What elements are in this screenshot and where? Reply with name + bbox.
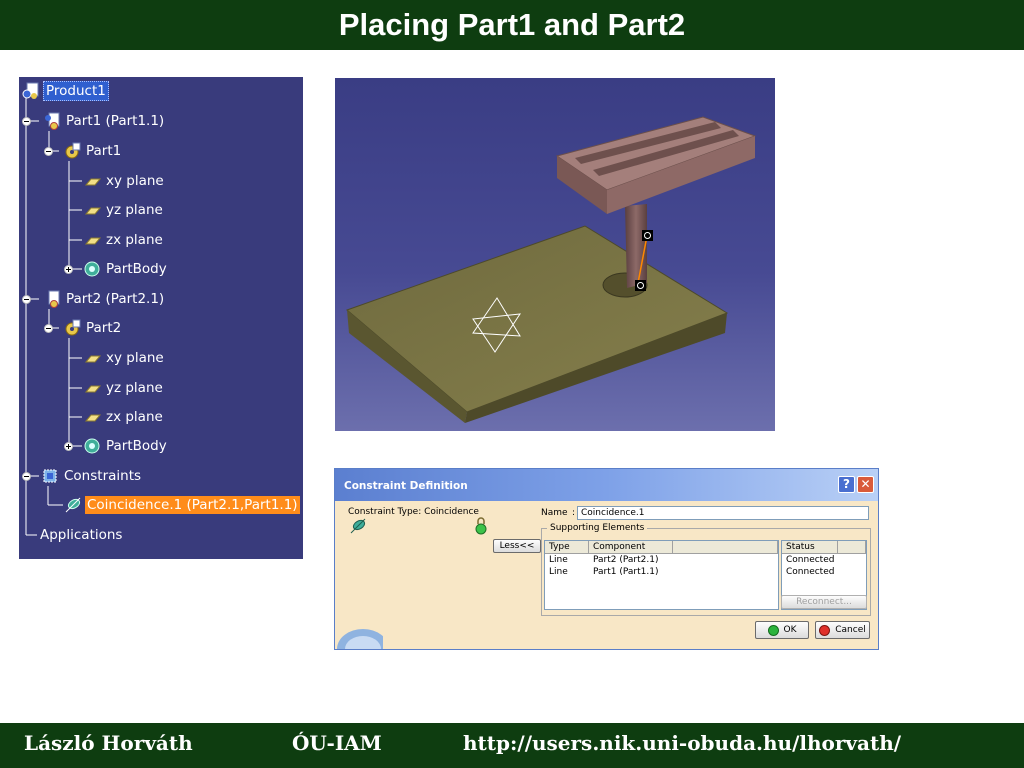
part-instance-icon xyxy=(45,112,60,130)
plane-icon xyxy=(84,414,101,422)
cell-component: Part1 (Part1.1) xyxy=(593,567,659,577)
column-header-status[interactable]: Status xyxy=(782,541,838,554)
reconnect-button[interactable]: Reconnect... xyxy=(781,595,867,609)
cancel-button[interactable]: Cancel xyxy=(815,621,870,639)
cell-status: Connected xyxy=(786,567,835,577)
tree-item-label: Part2 (Part2.1) xyxy=(66,291,165,307)
column-header-component[interactable]: Component xyxy=(589,541,673,554)
name-label: Name xyxy=(541,508,568,518)
partbody-icon xyxy=(84,261,100,277)
tree-item-label: zx plane xyxy=(106,232,163,248)
footer-institute: ÓU-IAM xyxy=(292,731,382,755)
part-icon xyxy=(65,319,81,336)
ok-icon xyxy=(767,624,779,636)
tree-item-yz-plane[interactable]: yz plane xyxy=(83,378,165,398)
part-instance-icon xyxy=(48,290,60,308)
tree-item-label: zx plane xyxy=(106,409,163,425)
name-input[interactable]: Coincidence.1 xyxy=(577,506,869,520)
collapse-toggle[interactable] xyxy=(22,472,31,481)
tree-item-label: Applications xyxy=(40,527,123,543)
tree-item-part1-instance[interactable]: Part1 (Part1.1) xyxy=(43,111,166,131)
ok-button[interactable]: OK xyxy=(755,621,809,639)
plane-icon xyxy=(84,207,101,215)
partbody-icon xyxy=(84,438,100,454)
collapse-toggle[interactable] xyxy=(22,295,31,304)
column-header-filler xyxy=(673,541,778,554)
coincidence-icon xyxy=(350,518,366,534)
tree-item-label: xy plane xyxy=(106,350,164,366)
tree-item-label: yz plane xyxy=(106,380,163,396)
close-button[interactable]: ✕ xyxy=(857,476,874,493)
help-button[interactable]: ? xyxy=(838,476,855,493)
collapse-toggle[interactable] xyxy=(44,147,53,156)
tree-item-xy-plane[interactable]: xy plane xyxy=(83,171,166,191)
name-colon: : xyxy=(572,508,576,518)
tree-item-label: Constraints xyxy=(64,468,142,484)
tree-item-applications[interactable]: Applications xyxy=(38,525,124,545)
tree-item-partbody[interactable]: PartBody xyxy=(83,259,169,279)
slide-footer: László Horváth ÓU-IAM http://users.nik.u… xyxy=(0,723,1024,768)
catia-logo-icon xyxy=(337,629,383,649)
constraint-type-label: Constraint Type: Coincidence xyxy=(348,507,479,517)
tree-item-label: Part1 xyxy=(86,143,122,159)
ok-label: OK xyxy=(783,625,797,635)
specification-tree[interactable]: Product1 Part1 (Part1.1) Part1 xy plane … xyxy=(19,77,303,559)
expand-toggle[interactable] xyxy=(64,442,73,451)
expand-toggle[interactable] xyxy=(64,265,73,274)
supporting-elements-label: Supporting Elements xyxy=(547,523,648,533)
tree-item-zx-plane[interactable]: zx plane xyxy=(83,407,165,427)
cell-component: Part2 (Part2.1) xyxy=(593,555,659,565)
assembly-model-render xyxy=(346,116,757,423)
plane-icon xyxy=(84,237,101,245)
dialog-title: Constraint Definition xyxy=(344,480,468,492)
cell-status: Connected xyxy=(786,555,835,565)
tree-item-label: xy plane xyxy=(106,173,164,189)
cancel-label: Cancel xyxy=(835,625,866,635)
tree-item-label: yz plane xyxy=(106,202,163,218)
column-header-type[interactable]: Type xyxy=(545,541,589,554)
plane-icon xyxy=(84,178,101,186)
tree-item-constraints[interactable]: Constraints xyxy=(41,466,143,486)
coincidence-icon xyxy=(65,497,81,513)
footer-url[interactable]: http://users.nik.uni-obuda.hu/lhorvath/ xyxy=(463,731,901,755)
tree-item-part2-instance[interactable]: Part2 (Part2.1) xyxy=(43,289,166,309)
tree-item-label: Product1 xyxy=(43,81,109,101)
column-header-filler xyxy=(838,541,866,554)
part-icon xyxy=(65,142,81,159)
tree-connector-lines xyxy=(25,97,82,536)
lock-icon[interactable] xyxy=(475,517,487,535)
tree-item-yz-plane[interactable]: yz plane xyxy=(83,200,165,220)
slide-title-bar: Placing Part1 and Part2 xyxy=(0,0,1024,50)
collapse-toggle[interactable] xyxy=(22,117,31,126)
constraints-icon xyxy=(43,469,57,483)
plane-icon xyxy=(84,385,101,393)
tree-item-label: Part1 (Part1.1) xyxy=(66,113,165,129)
constraint-definition-dialog[interactable]: Constraint Definition ? ✕ Constraint Typ… xyxy=(334,468,879,650)
collapse-toggle[interactable] xyxy=(44,324,53,333)
cell-type: Line xyxy=(549,567,568,577)
tree-item-xy-plane[interactable]: xy plane xyxy=(83,348,166,368)
tree-item-label: Coincidence.1 (Part2.1,Part1.1) xyxy=(85,496,300,514)
supporting-elements-table[interactable]: Type Component Line Part2 (Part2.1) Line… xyxy=(544,540,779,610)
tree-item-part1[interactable]: Part1 xyxy=(63,141,123,161)
cancel-icon xyxy=(819,624,831,636)
footer-author: László Horváth xyxy=(24,731,193,755)
tree-item-label: Part2 xyxy=(86,320,122,336)
tree-item-label: PartBody xyxy=(106,261,167,277)
slide-title: Placing Part1 and Part2 xyxy=(338,7,686,42)
tree-item-partbody[interactable]: PartBody xyxy=(83,436,169,456)
tree-item-label: PartBody xyxy=(106,438,167,454)
dialog-title-bar[interactable]: Constraint Definition ? ✕ xyxy=(335,469,878,501)
less-button[interactable]: Less<< xyxy=(493,539,541,553)
tree-item-product1[interactable]: Product1 xyxy=(22,81,109,101)
tree-item-part2[interactable]: Part2 xyxy=(63,318,123,338)
3d-viewport[interactable] xyxy=(335,78,775,431)
product-icon xyxy=(22,82,39,99)
tree-item-zx-plane[interactable]: zx plane xyxy=(83,230,165,250)
cell-type: Line xyxy=(549,555,568,565)
tree-item-coincidence[interactable]: Coincidence.1 (Part2.1,Part1.1) xyxy=(64,495,300,515)
plane-icon xyxy=(84,355,101,363)
